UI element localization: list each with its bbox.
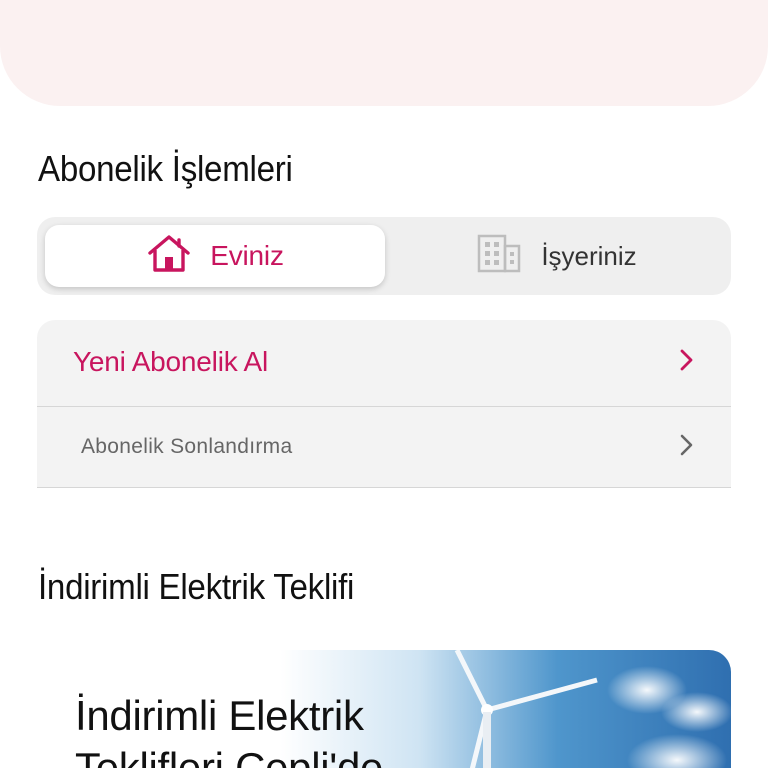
offer-banner-text: İndirimli Elektrik Teklifleri Cepli'de — [75, 692, 384, 768]
chevron-right-icon — [679, 433, 695, 462]
segment-business-label: İşyeriniz — [541, 240, 637, 271]
segment-home[interactable]: Eviniz — [45, 225, 385, 287]
section-title-subscriptions: Abonelik İşlemleri — [38, 148, 293, 189]
segment-business[interactable]: İşyeriniz — [391, 225, 723, 287]
divider — [37, 487, 731, 488]
top-banner — [0, 0, 768, 106]
home-business-toggle: Eviniz İşyeriniz — [37, 217, 731, 295]
segment-home-label: Eviniz — [210, 240, 284, 271]
section-title-offer: İndirimli Elektrik Teklifi — [38, 566, 355, 607]
end-subscription-label: Abonelik Sonlandırma — [81, 435, 293, 458]
chevron-right-icon — [679, 348, 695, 377]
offer-banner[interactable]: İndirimli Elektrik Teklifleri Cepli'de — [37, 650, 731, 768]
house-icon — [146, 234, 192, 279]
new-subscription-row[interactable]: Yeni Abonelik Al — [37, 320, 731, 404]
end-subscription-row[interactable]: Abonelik Sonlandırma — [37, 405, 731, 489]
building-icon — [477, 234, 521, 279]
subscription-actions-card: Yeni Abonelik Al Abonelik Sonlandırma — [37, 320, 731, 488]
new-subscription-label: Yeni Abonelik Al — [73, 346, 269, 377]
